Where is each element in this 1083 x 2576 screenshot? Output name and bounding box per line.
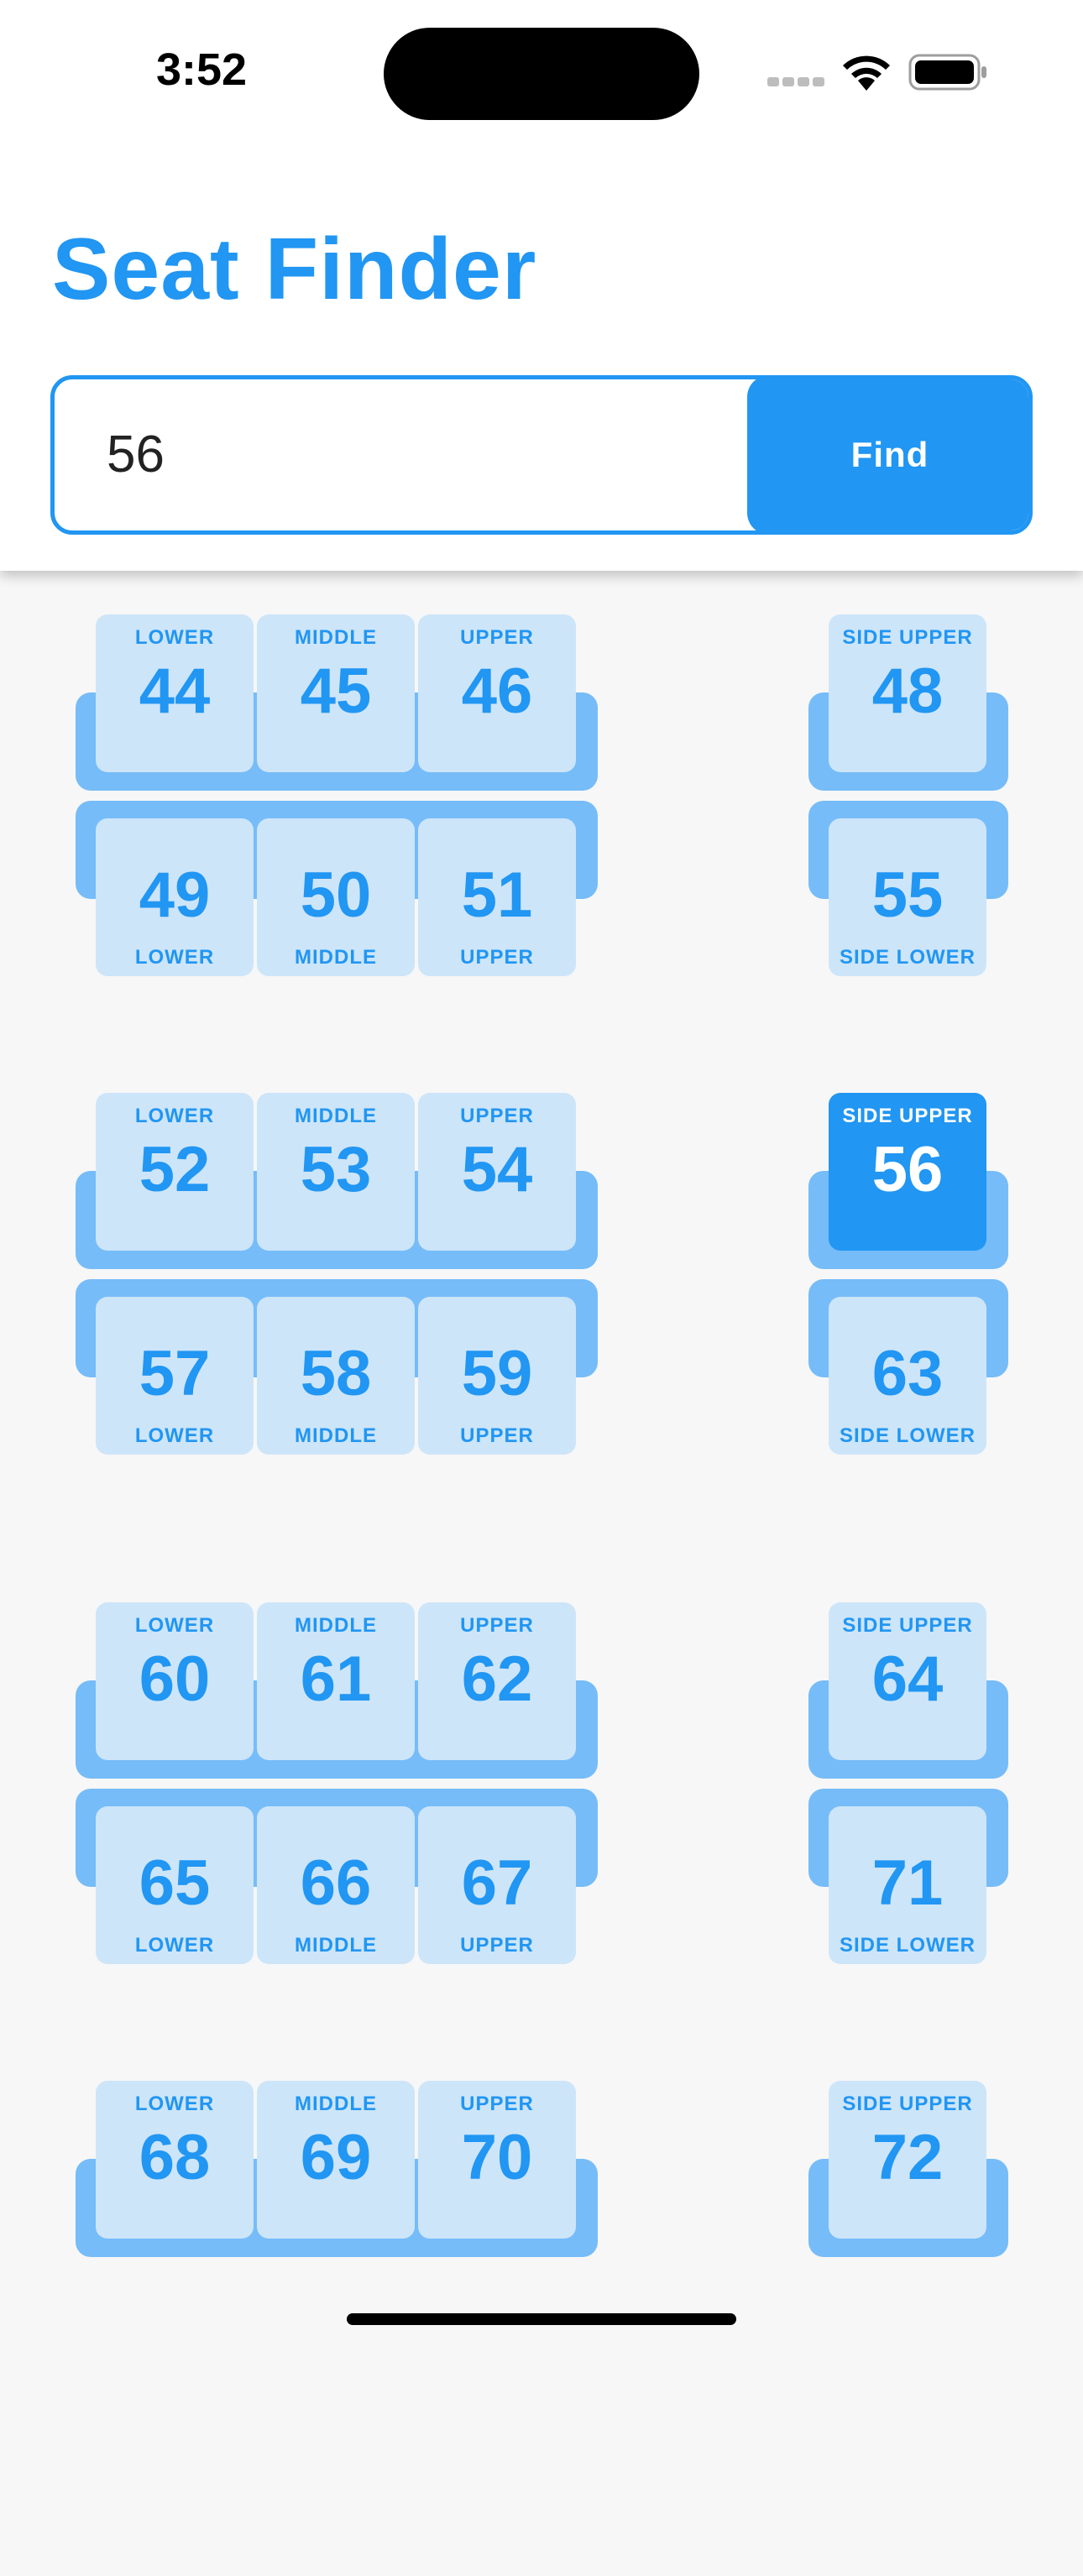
seat-63[interactable]: SIDE LOWER 63 xyxy=(829,1297,986,1455)
seat-number: 45 xyxy=(300,656,372,727)
seat-56[interactable]: SIDE UPPER 56 xyxy=(829,1093,986,1251)
seat-number: 65 xyxy=(139,1847,211,1919)
seat-number: 68 xyxy=(139,2122,211,2193)
seat-44[interactable]: LOWER 44 xyxy=(96,614,254,772)
page-title: Seat Finder xyxy=(52,221,537,318)
seat-berth-label: SIDE UPPER xyxy=(842,626,973,649)
wifi-icon xyxy=(840,52,893,97)
seat-number: 69 xyxy=(300,2122,372,2193)
seat-number: 56 xyxy=(871,1134,944,1205)
seat-58[interactable]: MIDDLE 58 xyxy=(257,1297,415,1455)
seat-berth-label: MIDDLE xyxy=(295,1934,377,1957)
seat-number: 50 xyxy=(300,860,372,931)
seat-49[interactable]: LOWER 49 xyxy=(96,818,254,976)
seat-berth-label: MIDDLE xyxy=(295,2093,377,2115)
seat-62[interactable]: UPPER 62 xyxy=(418,1602,576,1760)
seat-68[interactable]: LOWER 68 xyxy=(96,2081,254,2239)
seat-bay: LOWER 68 MIDDLE 69 UPPER 70 SIDE UPPER 72 xyxy=(0,2081,1083,2576)
seat-number: 44 xyxy=(139,656,211,727)
seat-bay: LOWER 52 MIDDLE 53 UPPER 54 LOWER 57 MIDDLE 58 UPP… xyxy=(0,1093,1083,1588)
seat-59[interactable]: UPPER 59 xyxy=(418,1297,576,1455)
seat-70[interactable]: UPPER 70 xyxy=(418,2081,576,2239)
seat-55[interactable]: SIDE LOWER 55 xyxy=(829,818,986,976)
seat-berth-label: LOWER xyxy=(134,1424,215,1447)
home-indicator xyxy=(347,2313,736,2325)
seat-number: 58 xyxy=(300,1338,372,1409)
app-header: 3:52 Seat Finder 56 Find xyxy=(0,0,1083,571)
seat-number-input[interactable]: 56 xyxy=(107,379,165,530)
seat-berth-label: UPPER xyxy=(460,946,534,969)
seat-number: 66 xyxy=(300,1847,372,1919)
seat-berth-label: SIDE UPPER xyxy=(842,2093,973,2115)
find-button[interactable]: Find xyxy=(747,379,1028,530)
seat-number: 59 xyxy=(461,1338,533,1409)
seat-54[interactable]: UPPER 54 xyxy=(418,1093,576,1251)
seat-berth-label: LOWER xyxy=(134,946,215,969)
seat-65[interactable]: LOWER 65 xyxy=(96,1806,254,1964)
battery-icon xyxy=(908,52,989,97)
seat-berth-label: SIDE LOWER xyxy=(839,946,976,969)
seat-berth-label: LOWER xyxy=(134,1934,215,1957)
seat-berth-label: MIDDLE xyxy=(295,946,377,969)
seat-berth-label: UPPER xyxy=(460,1934,534,1957)
seat-berth-label: LOWER xyxy=(134,1105,215,1127)
seat-60[interactable]: LOWER 60 xyxy=(96,1602,254,1760)
seat-berth-label: LOWER xyxy=(134,1614,215,1637)
seat-48[interactable]: SIDE UPPER 48 xyxy=(829,614,986,772)
seat-number: 53 xyxy=(300,1134,372,1205)
seat-berth-label: SIDE UPPER xyxy=(842,1614,973,1637)
seat-search-field[interactable]: 56 Find xyxy=(50,375,1033,535)
seat-57[interactable]: LOWER 57 xyxy=(96,1297,254,1455)
seat-number: 62 xyxy=(461,1643,533,1715)
seat-number: 57 xyxy=(139,1338,211,1409)
coach-seat-layout: LOWER 44 MIDDLE 45 UPPER 46 LOWER 49 MIDDLE 50 UPP… xyxy=(0,571,1083,2300)
seat-berth-label: MIDDLE xyxy=(295,1424,377,1447)
seat-berth-label: UPPER xyxy=(460,2093,534,2115)
seat-berth-label: LOWER xyxy=(134,2093,215,2115)
seat-64[interactable]: SIDE UPPER 64 xyxy=(829,1602,986,1760)
seat-number: 54 xyxy=(461,1134,533,1205)
seat-bay: LOWER 44 MIDDLE 45 UPPER 46 LOWER 49 MIDDLE 50 UPP… xyxy=(0,614,1083,1110)
seat-50[interactable]: MIDDLE 50 xyxy=(257,818,415,976)
seat-number: 55 xyxy=(871,860,944,931)
seat-61[interactable]: MIDDLE 61 xyxy=(257,1602,415,1760)
seat-number: 48 xyxy=(871,656,944,727)
seat-berth-label: UPPER xyxy=(460,1614,534,1637)
seat-number: 60 xyxy=(139,1643,211,1715)
status-time: 3:52 xyxy=(156,44,248,95)
seat-66[interactable]: MIDDLE 66 xyxy=(257,1806,415,1964)
seat-berth-label: SIDE LOWER xyxy=(839,1424,976,1447)
seat-69[interactable]: MIDDLE 69 xyxy=(257,2081,415,2239)
seat-number: 67 xyxy=(461,1847,533,1919)
seat-51[interactable]: UPPER 51 xyxy=(418,818,576,976)
seat-46[interactable]: UPPER 46 xyxy=(418,614,576,772)
seat-berth-label: UPPER xyxy=(460,626,534,649)
seat-berth-label: SIDE LOWER xyxy=(839,1934,976,1957)
seat-number: 72 xyxy=(871,2122,944,2193)
seat-number: 70 xyxy=(461,2122,533,2193)
seat-number: 51 xyxy=(461,860,533,931)
seat-berth-label: UPPER xyxy=(460,1105,534,1127)
seat-number: 63 xyxy=(871,1338,944,1409)
seat-number: 61 xyxy=(300,1643,372,1715)
seat-bay: LOWER 60 MIDDLE 61 UPPER 62 LOWER 65 MIDDLE 66 UPP… xyxy=(0,1602,1083,2098)
seat-berth-label: UPPER xyxy=(460,1424,534,1447)
seat-number: 52 xyxy=(139,1134,211,1205)
seat-67[interactable]: UPPER 67 xyxy=(418,1806,576,1964)
seat-45[interactable]: MIDDLE 45 xyxy=(257,614,415,772)
seat-71[interactable]: SIDE LOWER 71 xyxy=(829,1806,986,1964)
seat-berth-label: MIDDLE xyxy=(295,626,377,649)
seat-berth-label: LOWER xyxy=(134,626,215,649)
seat-53[interactable]: MIDDLE 53 xyxy=(257,1093,415,1251)
seat-72[interactable]: SIDE UPPER 72 xyxy=(829,2081,986,2239)
seat-number: 49 xyxy=(139,860,211,931)
seat-number: 71 xyxy=(871,1847,944,1919)
seat-berth-label: MIDDLE xyxy=(295,1105,377,1127)
seat-number: 64 xyxy=(871,1643,944,1715)
seat-number: 46 xyxy=(461,656,533,727)
seat-52[interactable]: LOWER 52 xyxy=(96,1093,254,1251)
dynamic-island xyxy=(384,28,699,120)
seat-berth-label: MIDDLE xyxy=(295,1614,377,1637)
seat-berth-label: SIDE UPPER xyxy=(842,1105,973,1127)
